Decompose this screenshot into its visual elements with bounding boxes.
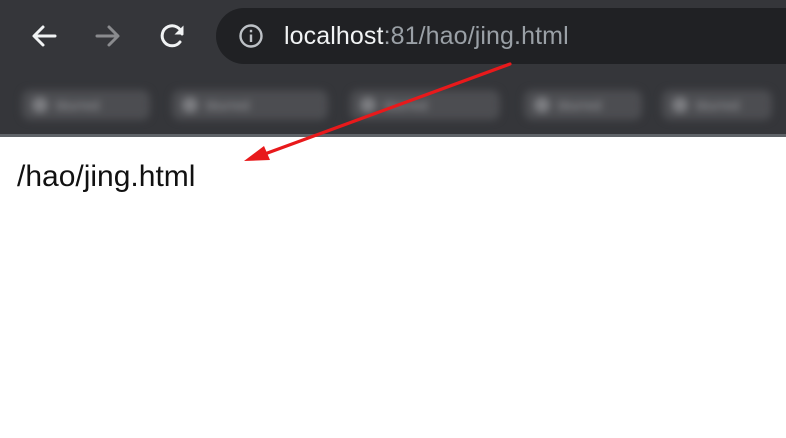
page-path-text: /hao/jing.html [17, 160, 196, 193]
browser-chrome: localhost:81/hao/jing.html blurred blurr… [0, 0, 786, 137]
bookmark-label: blurred [384, 97, 428, 113]
browser-toolbar: localhost:81/hao/jing.html [0, 0, 786, 76]
back-button[interactable] [26, 18, 62, 54]
bookmark-item[interactable]: blurred [22, 90, 150, 120]
arrow-left-icon [32, 25, 57, 47]
bookmark-item[interactable]: blurred [350, 90, 500, 120]
page-content: /hao/jing.html [0, 137, 786, 438]
bookmark-label: blurred [696, 97, 740, 113]
bookmark-label: blurred [558, 97, 602, 113]
bookmark-favicon-icon [182, 97, 198, 113]
bookmark-label: blurred [206, 97, 250, 113]
bookmark-item[interactable]: blurred [662, 90, 772, 120]
address-url[interactable]: localhost:81/hao/jing.html [284, 21, 569, 51]
address-bar-path: :81/hao/jing.html [383, 22, 569, 50]
bookmark-favicon-icon [672, 97, 688, 113]
address-bar[interactable]: localhost:81/hao/jing.html [216, 8, 786, 64]
bookmark-label: blurred [56, 97, 100, 113]
bookmark-item[interactable]: blurred [524, 90, 642, 120]
info-circle-icon[interactable] [238, 23, 264, 49]
bookmark-favicon-icon [534, 97, 550, 113]
address-host: localhost [284, 22, 384, 50]
bookmark-item[interactable]: blurred [172, 90, 328, 120]
bookmark-favicon-icon [360, 97, 376, 113]
reload-icon [160, 24, 184, 48]
bookmark-favicon-icon [32, 97, 48, 113]
reload-button[interactable] [155, 18, 191, 54]
bookmarks-bar: blurred blurred blurred blurred blurred [0, 76, 786, 134]
forward-button[interactable] [90, 18, 126, 54]
arrow-right-icon [95, 25, 120, 47]
